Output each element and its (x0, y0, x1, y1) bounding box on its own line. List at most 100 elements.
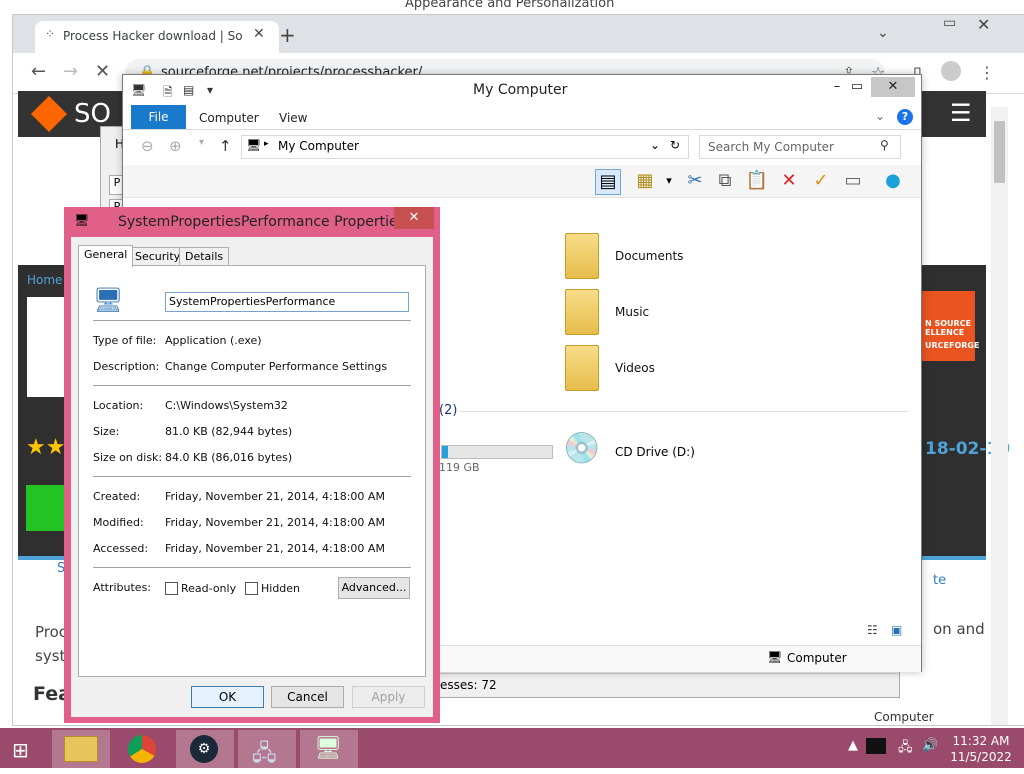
dialog-titlebar[interactable]: 🖥 SystemPropertiesPerformance Properties (64, 207, 440, 237)
help-icon[interactable]: ? (897, 109, 913, 125)
address-dropdown-icon[interactable]: ⌄ (650, 138, 660, 152)
taskbar-steam[interactable]: ⚙ (176, 730, 234, 768)
start-button[interactable]: ⊞ (0, 728, 48, 768)
taskbar-file-explorer[interactable] (52, 730, 110, 768)
properties-qa-icon[interactable]: 🗎 (163, 83, 173, 104)
rating-stars-icon: ★★ (26, 435, 66, 460)
check-icon[interactable]: ✓ (809, 169, 833, 193)
close-icon[interactable]: ✕ (871, 77, 915, 97)
download-button[interactable] (26, 485, 66, 531)
explorer-titlebar[interactable]: 🖥 🗎 ▤ ▾ My Computer – ▭ ✕ (123, 75, 921, 105)
apply-button[interactable]: Apply (352, 686, 425, 708)
taskbar-ghost-computer: Computer (874, 710, 934, 724)
videos-label[interactable]: Videos (615, 361, 655, 375)
music-label[interactable]: Music (615, 305, 649, 319)
page-scrollbar-thumb[interactable] (994, 121, 1005, 183)
attributes-label: Attributes: (93, 581, 152, 594)
network-globe-icon[interactable]: ● (881, 169, 905, 193)
cd-drive-label[interactable]: CD Drive (D:) (615, 445, 695, 459)
taskbar-control-panel[interactable]: 🖧 (238, 730, 296, 768)
rename-icon[interactable]: ▭ (841, 169, 865, 193)
location-value: C:\Windows\System32 (165, 399, 288, 412)
sf-link-te[interactable]: te (933, 573, 946, 588)
chrome-tab-title: Process Hacker download | SourceForge.ne… (63, 29, 243, 43)
paste-icon[interactable]: 📋 (745, 169, 769, 193)
forward-icon[interactable]: → (63, 61, 78, 82)
modified-label: Modified: (93, 516, 144, 529)
back-icon[interactable]: ← (31, 61, 46, 82)
hidden-label[interactable]: Hidden (261, 582, 300, 595)
up-icon[interactable]: ↑ (219, 137, 232, 155)
refresh-icon[interactable]: ↻ (670, 138, 680, 152)
hamburger-menu-icon[interactable]: ☰ (950, 99, 972, 127)
preview-pane-icon[interactable]: ▤ (595, 169, 621, 195)
computer-icon: 🖥 (131, 83, 147, 97)
qa-dropdown-icon[interactable]: ▾ (207, 83, 213, 97)
sf-logo-text[interactable]: SO (74, 99, 111, 129)
page-scrollbar[interactable] (991, 107, 1008, 725)
tab-file[interactable]: File (131, 105, 186, 129)
newfolder-qa-icon[interactable]: ▤ (183, 83, 194, 97)
dialog-body: General Security Details 🖥 SystemPropert… (71, 237, 433, 717)
tab-security[interactable]: Security (129, 247, 187, 266)
search-input[interactable]: Search My Computer ⚲ (699, 135, 901, 159)
chrome-menu-icon[interactable]: ⋮ (979, 63, 995, 82)
cpu-graph-icon[interactable] (866, 738, 886, 754)
general-panel: 🖥 SystemPropertiesPerformance Type of fi… (78, 265, 426, 677)
separator (93, 567, 411, 568)
recent-dropdown-icon[interactable]: ▾ (199, 137, 204, 148)
tab-computer[interactable]: Computer (199, 111, 259, 125)
address-chevron-icon[interactable]: ▸ (264, 139, 269, 149)
large-icons-view-icon[interactable]: ▣ (891, 623, 902, 637)
forward-nav-icon[interactable]: ⊕ (169, 137, 182, 155)
properties-dropdown-icon[interactable]: ▾ (657, 169, 681, 193)
cd-drive-icon[interactable]: 💿 (563, 431, 607, 469)
videos-folder-icon[interactable] (565, 345, 599, 391)
size-on-disk-label: Size on disk: (93, 451, 163, 464)
back-nav-icon[interactable]: ⊖ (141, 137, 154, 155)
volume-icon[interactable]: 🔊 (922, 738, 938, 753)
cancel-button[interactable]: Cancel (271, 686, 344, 708)
maximize-icon[interactable]: ▭ (843, 77, 871, 97)
status-location: Computer (787, 651, 847, 665)
new-tab-button[interactable]: + (279, 23, 296, 47)
devices-group-count[interactable]: (2) (439, 403, 457, 418)
process-count: esses: 72 (440, 678, 497, 692)
accessed-label: Accessed: (93, 542, 149, 555)
network-icon[interactable]: 🖧 (898, 738, 913, 760)
profile-avatar[interactable] (941, 61, 961, 81)
music-folder-icon[interactable] (565, 289, 599, 335)
chrome-close-icon[interactable]: ✕ (977, 15, 990, 34)
address-box[interactable]: 🖥 ▸ My Computer ⌄ ↻ (241, 135, 689, 159)
ribbon-expand-icon[interactable]: ⌄ (875, 109, 885, 123)
dialog-close-icon[interactable]: ✕ (394, 207, 434, 229)
tab-general[interactable]: General (78, 245, 134, 267)
tab-view[interactable]: View (279, 111, 307, 125)
taskbar-process-hacker[interactable]: 🖥 (300, 730, 358, 768)
chrome-tab[interactable]: ⁘ Process Hacker download | SourceForge.… (35, 21, 279, 53)
taskbar-clock[interactable]: 11:32 AM 11/5/2022 (946, 733, 1016, 765)
advanced-button[interactable]: Advanced... (338, 577, 410, 599)
file-name-input[interactable]: SystemPropertiesPerformance (165, 292, 409, 312)
readonly-label[interactable]: Read-only (181, 582, 236, 595)
cut-icon[interactable]: ✂ (683, 169, 707, 193)
details-view-icon[interactable]: ☷ (867, 623, 878, 637)
chrome-restore-icon[interactable]: ▭ (943, 15, 956, 31)
ok-button[interactable]: OK (191, 686, 264, 708)
hidden-checkbox[interactable] (245, 582, 258, 595)
copy-icon[interactable]: ⧉ (713, 169, 737, 193)
delete-icon[interactable]: ✕ (777, 169, 801, 193)
show-hidden-icons[interactable]: ▲ (848, 738, 858, 753)
taskbar-chrome[interactable] (114, 730, 172, 768)
sf-logo-icon[interactable] (30, 95, 68, 133)
tab-details[interactable]: Details (179, 247, 230, 266)
properties-icon[interactable]: ▦ (633, 169, 657, 193)
badge-brand: URCEFORGE (925, 341, 980, 350)
size-value: 81.0 KB (82,944 bytes) (165, 425, 293, 438)
documents-folder-icon[interactable] (565, 233, 599, 279)
documents-label[interactable]: Documents (615, 249, 683, 263)
stop-icon[interactable]: ✕ (95, 61, 110, 82)
close-tab-icon[interactable]: ✕ (253, 26, 265, 42)
tab-search-icon[interactable]: ⌄ (877, 25, 889, 41)
readonly-checkbox[interactable] (165, 582, 178, 595)
